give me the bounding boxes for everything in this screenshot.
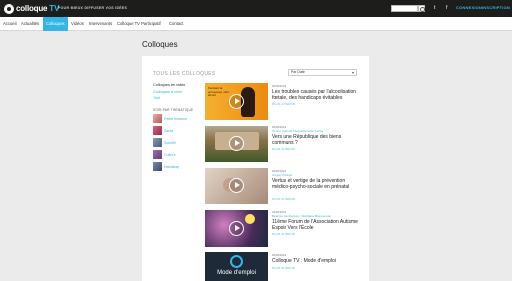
video-thumbnail[interactable]: Pendant la grossesse, zéro alcool [205, 83, 268, 120]
logo-text: colloque [16, 4, 48, 13]
tagline: POUR MIEUX DIFFUSER VOS IDÉES [58, 6, 128, 10]
site-header: colloque TV POUR MIEUX DIFFUSER VOS IDÉE… [0, 0, 512, 17]
theme-sante[interactable]: Santé [153, 126, 173, 135]
theme-label: Culture [164, 152, 176, 157]
video-title[interactable]: Vertus et vertige de la prévention médic… [272, 178, 364, 190]
video-author[interactable]: Béatrice Lambertuon, Stéphane Bienvenuun [272, 214, 331, 218]
theme-thumbnail [153, 150, 162, 159]
facebook-icon[interactable]: f [446, 5, 447, 11]
logo-icon [230, 255, 243, 268]
theme-label: Santé [164, 128, 174, 133]
theme-societe[interactable]: Société [153, 138, 176, 147]
login-link[interactable]: CONNEXION [456, 5, 482, 10]
themes-heading: VOIR PAR THÉMATIQUE [153, 108, 194, 112]
video-author[interactable]: Centre Culturel International de Cerisy [272, 129, 323, 133]
video-title[interactable]: 11ème Forum de l'Association Autisme Esp… [272, 219, 364, 231]
video-thumbnail[interactable]: Mode d'emploi [205, 252, 268, 281]
theme-thumbnail [153, 162, 162, 171]
video-more-link[interactable]: PLUS D'INFOS [272, 197, 295, 201]
theme-thumbnail [153, 114, 162, 123]
theme-label: Handicap [164, 164, 180, 169]
video-date: 18/06/2019 [272, 253, 286, 257]
video-more-link[interactable]: PLUS D'INFOS [272, 102, 295, 106]
play-icon[interactable] [229, 136, 244, 151]
sidebar-link-all[interactable]: Tout [153, 96, 160, 100]
theme-petite-enfance[interactable]: Petite enfance [153, 114, 187, 123]
thumbnail-caption: Mode d'emploi [217, 270, 256, 276]
nav-colloques[interactable]: Colloques [43, 17, 68, 31]
nav-actualites[interactable]: Actualités [18, 17, 42, 31]
sort-select[interactable]: Par Date [288, 69, 357, 76]
logo-icon [4, 3, 14, 14]
site-logo[interactable]: colloque TV [4, 3, 60, 14]
play-icon[interactable] [229, 178, 244, 193]
sidebar-link-videos[interactable]: Colloques en vidéo [153, 83, 185, 87]
video-thumbnail[interactable] [205, 210, 268, 247]
nav-intervenants[interactable]: Intervenants [86, 17, 115, 31]
theme-thumbnail [153, 138, 162, 147]
play-icon[interactable] [229, 221, 244, 236]
video-title[interactable]: Colloque TV : Mode d'emploi [272, 258, 364, 264]
video-thumbnail[interactable] [205, 126, 268, 162]
theme-label: Petite enfance [164, 116, 187, 121]
nav-contact[interactable]: Contact [166, 17, 186, 31]
bubble-graphic [245, 214, 255, 224]
video-title[interactable]: Les troubles causés par l'alcoolisation … [272, 89, 364, 101]
video-more-link[interactable]: PLUS D'INFOS [272, 147, 295, 151]
main-nav: Accueil Actualités Colloques Vidéos Inte… [0, 17, 512, 31]
theme-thumbnail [153, 126, 162, 135]
video-title[interactable]: Vers une République des biens communs ? [272, 134, 364, 146]
sidebar-link-upcoming[interactable]: Colloques à venir [153, 90, 182, 94]
signup-link[interactable]: INSCRIPTION [482, 5, 510, 10]
nav-videos[interactable]: Vidéos [68, 17, 87, 31]
video-more-link[interactable]: PLUS D'INFOS [272, 266, 295, 270]
theme-handicap[interactable]: Handicap [153, 162, 179, 171]
play-icon[interactable] [229, 94, 244, 109]
thumbnail-caption: Pendant la grossesse, zéro alcool [208, 86, 230, 98]
section-title: TOUS LES COLLOQUES [153, 71, 216, 77]
video-more-link[interactable]: PLUS D'INFOS [272, 232, 295, 236]
search-icon[interactable] [418, 5, 425, 12]
page-title: Colloques [142, 40, 178, 49]
theme-culture[interactable]: Culture [153, 150, 176, 159]
twitter-icon[interactable]: t [434, 5, 435, 11]
theme-label: Société [164, 140, 176, 145]
video-date: 18/06/2019 [272, 84, 286, 88]
nav-participatif[interactable]: Colloque TV Participatif [114, 17, 164, 31]
video-author[interactable]: Crepsy Périnat [272, 173, 292, 177]
video-thumbnail[interactable] [205, 168, 268, 204]
search-input[interactable] [391, 5, 418, 12]
nav-accueil[interactable]: Accueil [0, 17, 20, 31]
